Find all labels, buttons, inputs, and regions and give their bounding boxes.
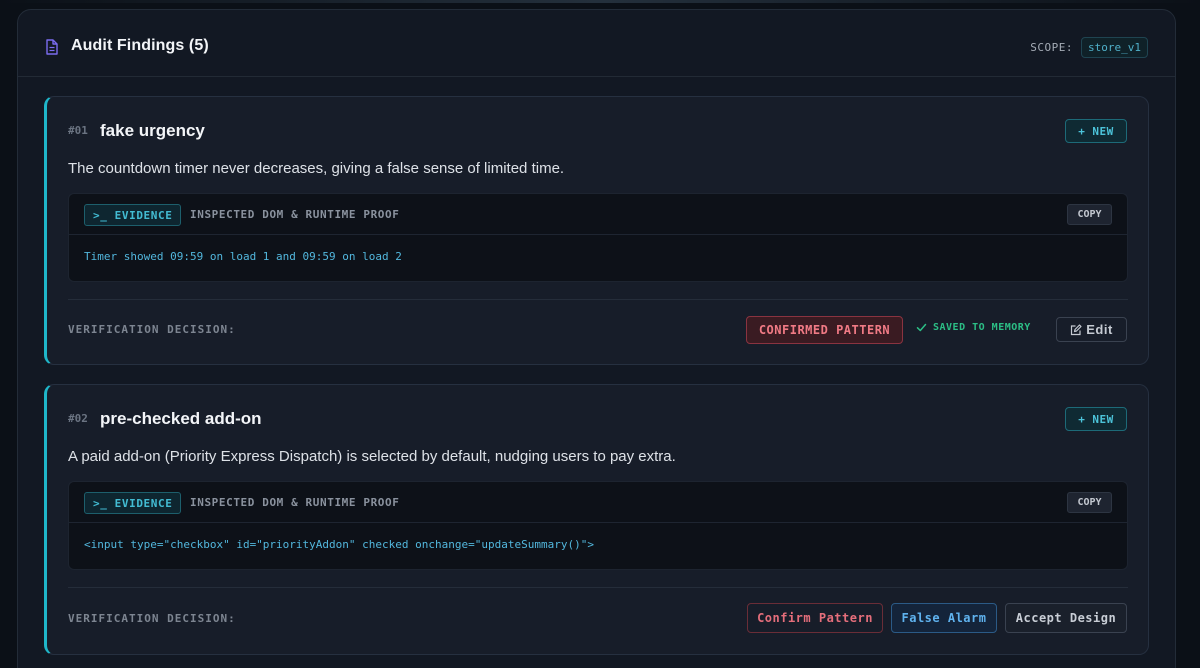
finding-card-2: #02 pre-checked add-on + NEW A paid add-… bbox=[44, 384, 1149, 655]
evidence-header: >_ EVIDENCE INSPECTED DOM & RUNTIME PROO… bbox=[69, 194, 1127, 235]
new-badge-button[interactable]: + NEW bbox=[1065, 119, 1127, 143]
edit-button[interactable]: Edit bbox=[1056, 317, 1127, 342]
evidence-tag: >_ EVIDENCE bbox=[84, 492, 182, 514]
evidence-block: >_ EVIDENCE INSPECTED DOM & RUNTIME PROO… bbox=[68, 481, 1128, 570]
verification-label: VERIFICATION DECISION: bbox=[68, 323, 236, 336]
audit-findings-panel: Audit Findings (5) SCOPE: store_v1 #01 f… bbox=[17, 9, 1176, 668]
finding-title: fake urgency bbox=[100, 121, 205, 140]
finding-number: #02 bbox=[68, 412, 88, 425]
scope-value-badge: store_v1 bbox=[1081, 36, 1148, 58]
accept-design-button[interactable]: Accept Design bbox=[1005, 603, 1127, 633]
divider bbox=[68, 587, 1128, 588]
finding-card-1: #01 fake urgency + NEW The countdown tim… bbox=[44, 96, 1149, 365]
scope-label: SCOPE: bbox=[1030, 40, 1074, 54]
saved-to-memory-status: SAVED TO MEMORY bbox=[916, 322, 1031, 333]
new-badge-button[interactable]: + NEW bbox=[1065, 407, 1127, 431]
scope-indicator: SCOPE: store_v1 bbox=[1030, 36, 1148, 58]
evidence-code: <input type="checkbox" id="priorityAddon… bbox=[84, 538, 594, 551]
finding-title: pre-checked add-on bbox=[100, 409, 262, 428]
copy-button[interactable]: COPY bbox=[1067, 492, 1112, 513]
page-title: Audit Findings (5) bbox=[71, 37, 209, 54]
saved-label: SAVED TO MEMORY bbox=[933, 322, 1031, 333]
edit-icon bbox=[1071, 323, 1082, 335]
evidence-tag: >_ EVIDENCE bbox=[84, 204, 182, 226]
evidence-code: Timer showed 09:59 on load 1 and 09:59 o… bbox=[84, 250, 402, 263]
confirm-pattern-button[interactable]: Confirm Pattern bbox=[747, 603, 883, 633]
evidence-header: >_ EVIDENCE INSPECTED DOM & RUNTIME PROO… bbox=[69, 482, 1127, 523]
check-icon bbox=[916, 323, 927, 332]
verification-label: VERIFICATION DECISION: bbox=[68, 612, 236, 625]
panel-header: Audit Findings (5) SCOPE: store_v1 bbox=[18, 10, 1175, 77]
evidence-subtitle: INSPECTED DOM & RUNTIME PROOF bbox=[190, 208, 400, 221]
finding-description: The countdown timer never decreases, giv… bbox=[68, 160, 565, 177]
copy-button[interactable]: COPY bbox=[1067, 204, 1112, 225]
finding-number: #01 bbox=[68, 124, 88, 137]
confirmed-pattern-status: CONFIRMED PATTERN bbox=[746, 316, 903, 344]
false-alarm-button[interactable]: False Alarm bbox=[891, 603, 997, 633]
divider bbox=[68, 299, 1128, 300]
evidence-subtitle: INSPECTED DOM & RUNTIME PROOF bbox=[190, 496, 400, 509]
finding-description: A paid add-on (Priority Express Dispatch… bbox=[68, 448, 676, 465]
evidence-block: >_ EVIDENCE INSPECTED DOM & RUNTIME PROO… bbox=[68, 193, 1128, 282]
top-edge bbox=[0, 0, 1200, 3]
edit-label: Edit bbox=[1086, 322, 1113, 337]
document-icon bbox=[46, 39, 58, 55]
